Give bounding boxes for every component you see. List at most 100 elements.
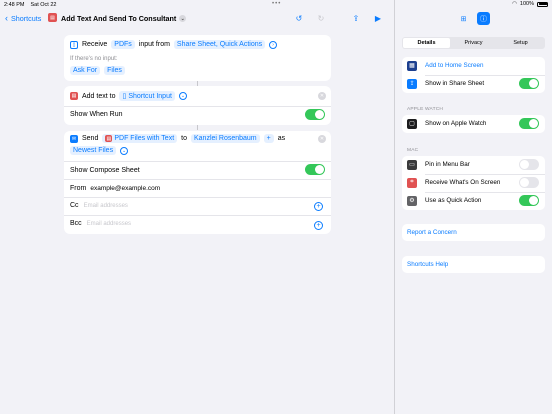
add-text-action-card[interactable]: ▤ Add text to ▯ Shortcut Input ⌄ ✕ Show … — [64, 86, 331, 125]
status-bar: 2:48 PM Sat Oct 22 ••• ◠ 100% — [0, 0, 552, 9]
shortcut-input-token[interactable]: ▯ Shortcut Input — [119, 91, 175, 101]
shortcut-input-label: Shortcut Input — [128, 92, 172, 100]
redo-icon[interactable]: ↻ — [316, 13, 326, 23]
shortcut-title[interactable]: Add Text And Send To Consultant ⌄ — [61, 14, 187, 23]
share-sheet-label: Show in Share Sheet — [425, 80, 485, 88]
show-when-run-label: Show When Run — [70, 111, 123, 118]
receive-mid-text: input from — [138, 41, 170, 48]
chevron-down-icon: ⌄ — [179, 15, 187, 22]
row-separator — [64, 197, 331, 198]
play-icon[interactable]: ▶ — [373, 13, 383, 23]
pdf-files-label: PDF Files with Text — [114, 135, 175, 142]
no-input-label: If there's no input: — [70, 56, 118, 62]
row-separator — [64, 179, 331, 180]
pdf-files-token[interactable]: ▤ PDF Files with Text — [102, 134, 178, 143]
apple-watch-icon: ▢ — [407, 118, 417, 129]
library-add-icon[interactable]: ⊞ — [457, 12, 470, 25]
back-label: Shortcuts — [11, 14, 42, 23]
apple-watch-header: APPLE WATCH — [407, 107, 444, 112]
shortcuts-help-row[interactable]: Shortcuts Help — [402, 256, 545, 273]
cc-label: Cc — [70, 202, 79, 209]
send-to-text: to — [181, 135, 187, 142]
sharing-card: ▦ Add to Home Screen ⇪ Show in Share She… — [402, 57, 545, 93]
gear-icon: ⚙ — [407, 195, 417, 206]
shortcuts-help-link: Shortcuts Help — [407, 261, 449, 268]
add-recipient-button[interactable]: + — [263, 134, 274, 143]
expand-chevron-icon[interactable]: › — [269, 40, 278, 49]
compose-sheet-label: Show Compose Sheet — [70, 167, 140, 174]
row-separator — [64, 161, 331, 162]
receive-verb: Receive — [82, 41, 108, 48]
send-email-action-card[interactable]: ✉ Send ▤ PDF Files with Text to Kanzlei … — [64, 131, 331, 234]
menu-bar-toggle[interactable] — [519, 159, 539, 171]
expand-chevron-icon[interactable]: ⌄ — [120, 146, 129, 155]
report-card: Report a Concern — [402, 224, 545, 241]
receive-screen-label: Receive What's On Screen — [425, 179, 501, 187]
split-divider — [394, 0, 395, 414]
bcc-field[interactable]: Email addresses — [87, 221, 131, 227]
from-value[interactable]: example@example.com — [90, 185, 160, 192]
menu-bar-icon: ▭ — [407, 159, 417, 170]
receive-screen-toggle[interactable] — [519, 177, 539, 189]
receive-screen-row: ⌗ Receive What's On Screen — [402, 174, 545, 192]
receive-action-card[interactable]: ▯ Receive PDFs input from Share Sheet, Q… — [64, 35, 331, 81]
battery-percent: 100% — [519, 1, 534, 7]
send-as-text: as — [277, 135, 286, 142]
menu-bar-label: Pin in Menu Bar — [425, 161, 470, 169]
input-type-token[interactable]: PDFs — [111, 40, 135, 49]
input-icon: ▯ — [70, 40, 78, 49]
mail-icon: ✉ — [70, 134, 78, 143]
quick-action-label: Use as Quick Action — [425, 197, 482, 205]
apple-watch-toggle[interactable] — [519, 118, 539, 130]
add-cc-icon[interactable]: + — [314, 202, 323, 211]
input-source-token[interactable]: Share Sheet, Quick Actions — [173, 40, 266, 49]
show-when-run-toggle[interactable] — [305, 109, 325, 120]
undo-icon[interactable]: ↺ — [294, 13, 304, 23]
share-icon[interactable]: ⇪ — [351, 13, 361, 23]
mac-header: MAC — [407, 148, 419, 153]
newest-files-token[interactable]: Newest Files — [70, 146, 117, 155]
screen-capture-icon: ⌗ — [407, 177, 417, 188]
addtext-verb: Add text to — [82, 92, 116, 100]
cc-field[interactable]: Email addresses — [84, 203, 128, 209]
recipient-token[interactable]: Kanzlei Rosenbaum — [190, 134, 260, 143]
quick-action-row: ⚙ Use as Quick Action — [402, 192, 545, 210]
quick-action-toggle[interactable] — [519, 195, 539, 207]
help-card: Shortcuts Help — [402, 256, 545, 273]
share-sheet-icon: ⇪ — [407, 78, 417, 89]
add-to-home-screen-row[interactable]: ▦ Add to Home Screen — [402, 57, 545, 75]
pdf-icon: ▤ — [70, 92, 78, 100]
apple-watch-label: Show on Apple Watch — [425, 120, 487, 128]
shortcut-icon[interactable]: ▤ — [48, 13, 57, 22]
report-concern-row[interactable]: Report a Concern — [402, 224, 545, 241]
add-bcc-icon[interactable]: + — [314, 221, 323, 230]
remove-action-icon[interactable]: ✕ — [318, 92, 326, 100]
compose-sheet-toggle[interactable] — [305, 164, 325, 175]
editor-toolbar: ‹ Shortcuts ▤ Add Text And Send To Consu… — [0, 9, 394, 29]
tab-details[interactable]: Details — [403, 38, 450, 48]
fallback-type-token[interactable]: Files — [104, 66, 125, 75]
apple-watch-row: ▢ Show on Apple Watch — [402, 115, 545, 133]
input-variable-icon: ▯ — [122, 93, 127, 100]
status-date: Sat Oct 22 — [30, 1, 57, 8]
title-text: Add Text And Send To Consultant — [61, 14, 177, 23]
fallback-action-token[interactable]: Ask For — [70, 66, 101, 75]
share-sheet-row: ⇪ Show in Share Sheet — [402, 75, 545, 93]
add-to-home-screen-label: Add to Home Screen — [425, 62, 484, 70]
mac-card: ▭ Pin in Menu Bar ⌗ Receive What's On Sc… — [402, 156, 545, 210]
expand-chevron-icon[interactable]: ⌄ — [178, 92, 187, 100]
tab-setup[interactable]: Setup — [497, 38, 544, 48]
remove-action-icon[interactable]: ✕ — [318, 135, 326, 143]
wifi-icon: ◠ — [512, 1, 517, 7]
send-verb: Send — [82, 135, 99, 142]
report-concern-link: Report a Concern — [407, 229, 457, 236]
multitasking-dots-icon[interactable]: ••• — [272, 1, 281, 7]
bcc-label: Bcc — [70, 220, 82, 227]
info-icon[interactable]: ⓘ — [477, 12, 490, 25]
action-connector — [197, 125, 198, 130]
battery-icon — [537, 1, 548, 7]
tab-privacy[interactable]: Privacy — [450, 38, 497, 48]
from-label: From — [70, 185, 87, 192]
back-button[interactable]: ‹ Shortcuts — [5, 14, 42, 24]
share-sheet-toggle[interactable] — [519, 78, 539, 90]
